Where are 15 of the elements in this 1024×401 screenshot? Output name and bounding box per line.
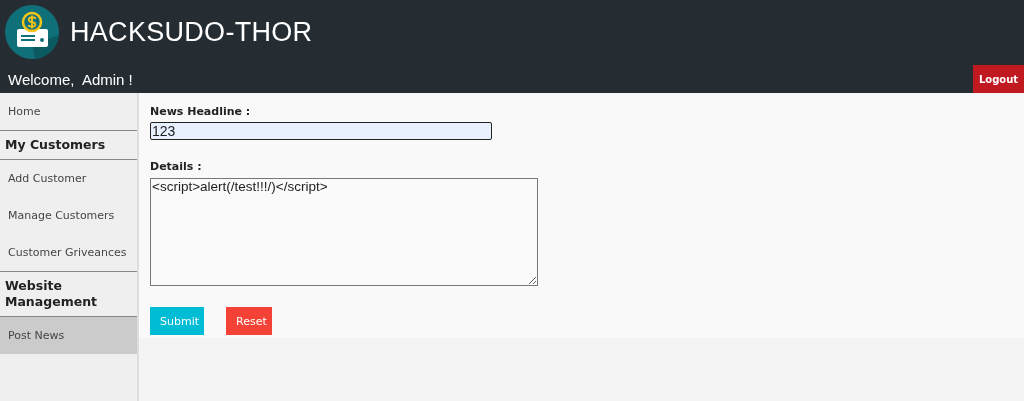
sidebar-link[interactable]: Manage Customers [0,197,137,234]
logo-icon [5,5,59,59]
headline-field[interactable]: 123 [150,122,492,140]
sidebar-link[interactable]: Customer Griveances [0,234,137,271]
reset-button[interactable]: Reset [226,307,272,335]
sidebar-link[interactable]: Add Customer [0,160,137,197]
site-title: HACKSUDO-THOR [70,16,313,48]
details-field[interactable]: <script>alert(/test!!!/)</script> [150,178,538,286]
sidebar-heading: My Customers [0,130,137,160]
sidebar-link[interactable]: Post News [0,317,137,354]
logout-button[interactable]: Logout [973,65,1024,93]
sidebar-link[interactable]: Home [0,93,137,130]
welcome-text: Welcome, Admin ! [7,70,133,88]
headline-label: News Headline : [150,105,252,118]
details-label: Details : [150,160,203,173]
